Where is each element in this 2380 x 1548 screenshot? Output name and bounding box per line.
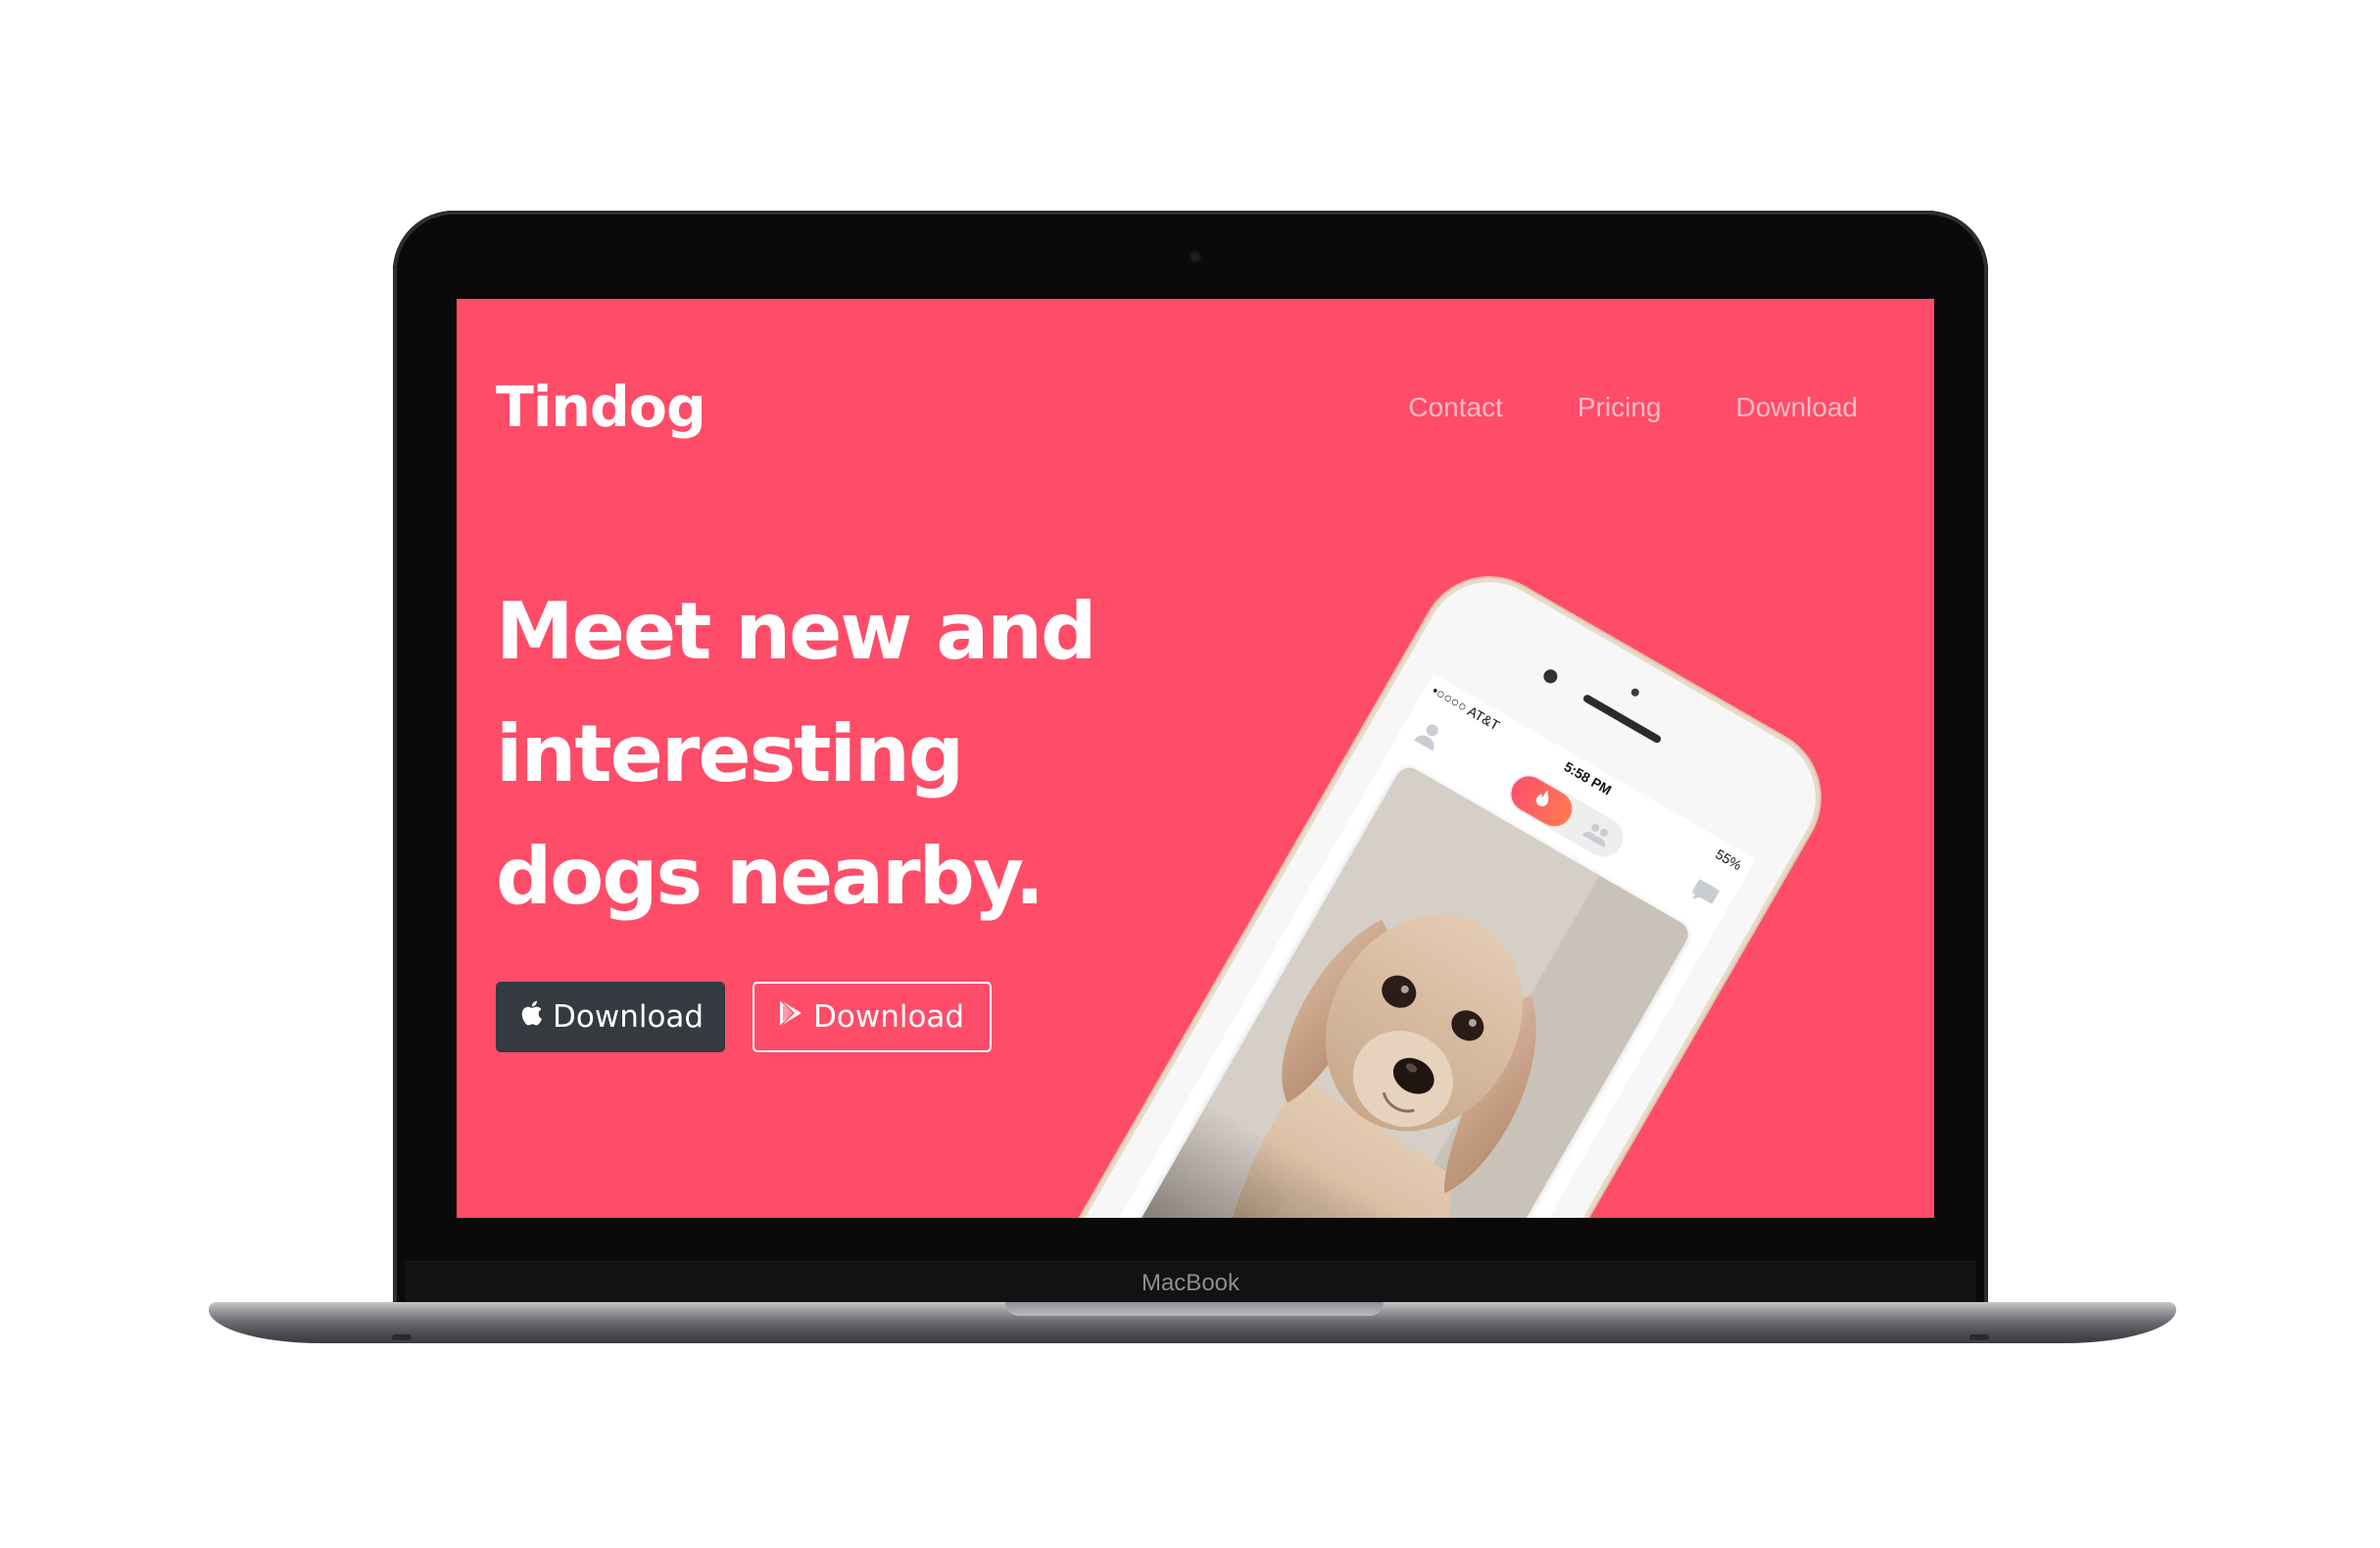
site-brand-logo[interactable]: Tindog	[496, 373, 706, 442]
top-nav: Contact Pricing Download	[1408, 391, 1858, 424]
nav-link-download[interactable]: Download	[1735, 391, 1858, 424]
apple-icon	[519, 999, 543, 1035]
webcam	[1190, 251, 1201, 263]
nav-link-contact[interactable]: Contact	[1408, 391, 1503, 424]
nav-link-pricing[interactable]: Pricing	[1578, 391, 1662, 424]
laptop-opening-notch	[1005, 1302, 1384, 1316]
device-brand-label: MacBook	[1141, 1270, 1240, 1296]
headline-line: dogs nearby.	[496, 831, 1044, 922]
people-icon	[1578, 818, 1615, 854]
mockup-stage: MacBook Tindog Contact Pricing Download …	[0, 0, 2380, 1548]
laptop-foot	[1969, 1334, 1989, 1340]
google-play-icon	[778, 998, 803, 1036]
google-play-download-button[interactable]: Download	[753, 982, 992, 1052]
hero-headline: Meet new and interesting dogs nearby.	[496, 570, 1240, 938]
profile-icon[interactable]	[1409, 716, 1449, 758]
laptop-foot	[392, 1334, 412, 1340]
apple-download-button[interactable]: Download	[496, 982, 725, 1052]
headline-line: interesting	[496, 708, 964, 799]
flame-icon	[1527, 785, 1556, 818]
headline-line: Meet new and	[496, 586, 1096, 677]
website-screen: Tindog Contact Pricing Download Meet new…	[457, 299, 1934, 1218]
apple-download-label: Download	[553, 999, 704, 1035]
chat-icon[interactable]	[1683, 875, 1724, 917]
google-play-download-label: Download	[813, 999, 965, 1035]
